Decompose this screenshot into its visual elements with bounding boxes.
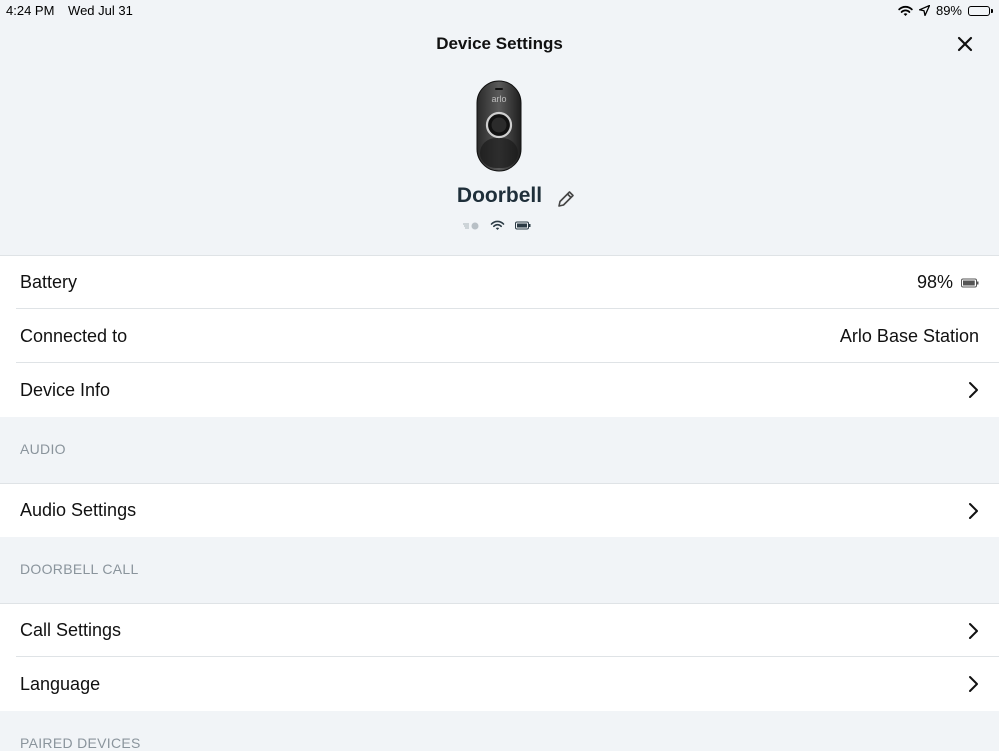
audio-settings-label: Audio Settings [20, 500, 137, 520]
device-name-row: Doorbell [0, 184, 999, 214]
battery-label: Battery [20, 272, 78, 292]
section-header-paired-devices: PAIRED DEVICES [0, 711, 999, 751]
page-title: Device Settings [436, 34, 563, 53]
connected-to-row: Connected to Arlo Base Station [0, 308, 999, 363]
device-info-row[interactable]: Device Info [0, 362, 999, 417]
settings-list: Battery 98% Connected to Arlo Base Stati… [0, 255, 999, 751]
status-date: Wed Jul 31 [68, 3, 133, 18]
device-name: Doorbell [456, 184, 543, 207]
connected-value: Arlo Base Station [839, 325, 979, 346]
device-brand-mark: arlo [491, 94, 506, 104]
battery-icon [515, 221, 531, 230]
battery-icon [961, 278, 979, 287]
connected-label: Connected to [20, 325, 128, 346]
section-header-doorbell-call: DOORBELL CALL [0, 537, 999, 603]
motion-icon [463, 222, 479, 229]
section-header-audio: AUDIO [0, 417, 999, 483]
doorbell-device-image: arlo [476, 80, 522, 172]
battery-icon [968, 5, 993, 16]
wifi-icon [898, 5, 913, 16]
close-button[interactable] [953, 32, 977, 56]
chevron-right-icon [969, 622, 978, 639]
pencil-icon [558, 191, 574, 207]
language-label: Language [20, 673, 101, 694]
status-time: 4:24 PM [6, 3, 55, 18]
status-bar: 4:24 PM Wed Jul 31 89% [0, 0, 999, 22]
audio-settings-row[interactable]: Audio Settings [0, 483, 999, 537]
device-status-icons [462, 220, 531, 231]
edit-name-button[interactable] [555, 188, 577, 210]
battery-row: Battery 98% [0, 255, 999, 309]
language-row[interactable]: Language [0, 656, 999, 711]
nav-bar: Device Settings [0, 30, 999, 60]
close-icon [957, 36, 973, 52]
call-settings-row[interactable]: Call Settings [0, 603, 999, 657]
battery-value: 98% [916, 272, 953, 292]
wifi-icon [490, 220, 505, 230]
device-info-label: Device Info [20, 379, 111, 400]
call-settings-label: Call Settings [20, 620, 122, 640]
battery-percent: 89% [935, 3, 962, 18]
chevron-right-icon [969, 502, 978, 519]
chevron-right-icon [969, 382, 978, 398]
location-arrow-icon [918, 5, 930, 16]
chevron-right-icon [969, 676, 978, 692]
